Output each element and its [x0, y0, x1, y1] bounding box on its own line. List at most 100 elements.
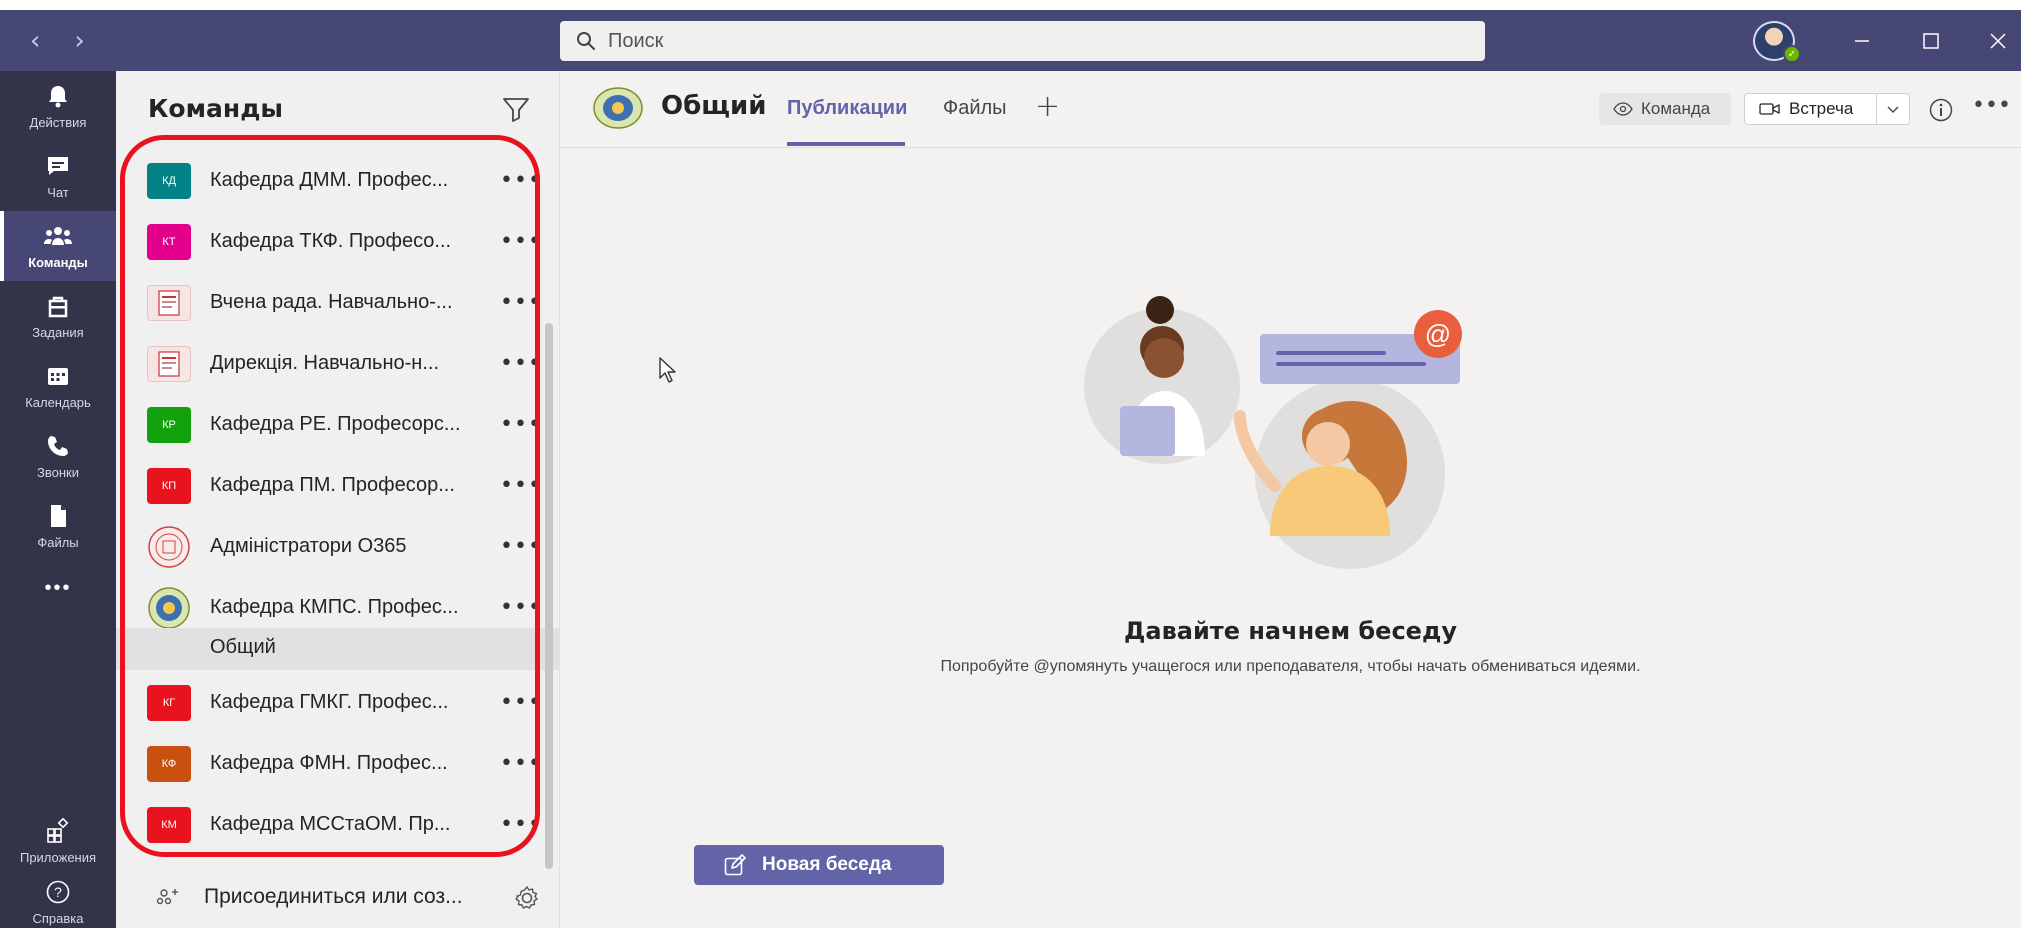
team-item[interactable]: Адміністратори О365 ••• — [116, 516, 560, 577]
rail-item-calls[interactable]: Звонки — [0, 421, 116, 491]
conversation-illustration: @ — [1084, 296, 1462, 569]
phone-icon — [48, 435, 68, 456]
team-item[interactable]: КФ Кафедра ФМН. Профес... ••• — [116, 733, 560, 794]
empty-state-title: Давайте начнем беседу — [1124, 617, 1457, 645]
team-button-label: Команда — [1641, 99, 1711, 118]
search-input[interactable] — [608, 29, 1468, 53]
new-conversation-label: Новая беседа — [762, 854, 892, 875]
rail-item-calendar[interactable]: Календарь — [0, 351, 116, 421]
teams-panel: Команды КД Кафедра ДММ. Профес... ••• КТ… — [116, 71, 560, 928]
more-icon: ••• — [44, 576, 72, 599]
channel-item-general[interactable]: Общий — [116, 628, 560, 670]
team-logo-icon — [593, 87, 643, 129]
tab-files[interactable]: Файлы — [943, 97, 1007, 120]
channel-header: Общий Публикации Файлы + Команда Встреча… — [560, 71, 2021, 148]
team-button[interactable]: Команда — [1599, 93, 1731, 125]
eye-icon — [1613, 102, 1633, 116]
more-options-icon[interactable]: ••• — [500, 534, 542, 559]
chevron-down-icon — [1887, 106, 1899, 113]
new-conversation-button[interactable]: Новая беседа — [694, 845, 944, 885]
assignments-icon — [48, 296, 68, 317]
more-options-icon[interactable]: ••• — [500, 351, 542, 376]
more-options-icon[interactable]: ••• — [500, 473, 542, 498]
channel-title: Общий — [661, 91, 767, 121]
team-name: Вчена рада. Навчально-... — [210, 291, 453, 313]
rail-item-apps[interactable]: Приложения — [0, 806, 116, 876]
team-item[interactable]: Дирекція. Навчально-н... ••• — [116, 333, 560, 394]
team-name: Кафедра ТКФ. Професо... — [210, 230, 452, 252]
rail-label: Чат — [47, 184, 69, 200]
rail-item-help[interactable]: ? Справка — [0, 876, 116, 928]
team-seal-icon — [147, 525, 191, 569]
more-options-icon[interactable]: ••• — [1972, 93, 2011, 118]
team-document-icon — [147, 345, 191, 382]
info-icon[interactable] — [1928, 97, 1954, 123]
svg-text:?: ? — [54, 884, 62, 900]
close-button[interactable] — [1968, 10, 2021, 71]
channel-name: Общий — [210, 636, 276, 658]
more-options-icon[interactable]: ••• — [500, 168, 542, 193]
rail-label: Справка — [32, 910, 84, 926]
add-tab-icon[interactable]: + — [1035, 89, 1060, 124]
filter-icon[interactable] — [500, 93, 532, 125]
team-name: Кафедра РЕ. Професорс... — [210, 413, 461, 435]
back-arrow-icon[interactable]: ‹ — [30, 28, 40, 54]
more-options-icon[interactable]: ••• — [500, 290, 542, 315]
minimize-button[interactable] — [1832, 10, 1892, 71]
mouse-cursor-icon — [659, 357, 676, 383]
team-name: Кафедра МССтаОМ. Пр... — [210, 813, 451, 835]
more-options-icon[interactable]: ••• — [500, 229, 542, 254]
files-icon — [51, 504, 66, 527]
more-options-icon[interactable]: ••• — [500, 751, 542, 776]
rail-more-apps[interactable]: ••• — [0, 566, 116, 610]
maximize-button[interactable] — [1901, 10, 1961, 71]
team-item[interactable]: КТ Кафедра ТКФ. Професо... ••• — [116, 211, 560, 272]
panel-header: Команды — [116, 71, 560, 150]
add-team-icon — [156, 889, 178, 905]
rail-item-files[interactable]: Файлы — [0, 491, 116, 561]
search-box[interactable] — [560, 21, 1485, 61]
title-bar: ‹ › ✓ — [0, 0, 2021, 71]
rail-item-assignments[interactable]: Задания — [0, 281, 116, 351]
more-options-icon[interactable]: ••• — [500, 690, 542, 715]
rail-label: Действия — [29, 114, 87, 130]
maximize-icon — [1923, 32, 1939, 49]
forward-arrow-icon[interactable]: › — [74, 28, 84, 54]
panel-title: Команды — [148, 94, 283, 123]
more-options-icon[interactable]: ••• — [500, 412, 542, 437]
gear-icon[interactable] — [512, 883, 542, 913]
rail-item-activity[interactable]: Действия — [0, 71, 116, 141]
team-name: Кафедра КМПС. Профес... — [210, 596, 459, 618]
team-item[interactable]: КГ Кафедра ГМКГ. Профес... ••• — [116, 672, 560, 733]
meet-button[interactable]: Встреча — [1744, 93, 1876, 125]
channel-view: Общий Публикации Файлы + Команда Встреча… — [560, 71, 2021, 928]
apps-icon — [47, 817, 69, 843]
user-avatar[interactable]: ✓ — [1753, 21, 1801, 63]
svg-text:@: @ — [1425, 319, 1451, 349]
chat-icon — [48, 156, 68, 175]
team-item[interactable]: КМ Кафедра МССтаОМ. Пр... ••• — [116, 794, 560, 855]
rail-item-chat[interactable]: Чат — [0, 141, 116, 211]
video-camera-icon — [1759, 103, 1780, 115]
rail-item-teams[interactable]: Команды — [0, 211, 116, 281]
rail-label: Приложения — [19, 849, 97, 865]
team-item[interactable]: КД Кафедра ДММ. Профес... ••• — [116, 150, 560, 211]
history-nav: ‹ › — [0, 10, 116, 71]
panel-scrollbar[interactable] — [545, 323, 553, 869]
compose-icon — [724, 854, 746, 876]
more-options-icon[interactable]: ••• — [500, 595, 542, 620]
tab-posts[interactable]: Публикации — [787, 97, 907, 120]
team-item[interactable]: КП Кафедра ПМ. Професор... ••• — [116, 455, 560, 516]
team-avatar: КР — [147, 406, 191, 443]
meet-dropdown-button[interactable] — [1876, 93, 1910, 125]
team-name: Кафедра ПМ. Професор... — [210, 474, 455, 496]
team-seal-icon — [147, 586, 191, 630]
rail-label: Звонки — [37, 464, 79, 480]
team-item[interactable]: КР Кафедра РЕ. Професорс... ••• — [116, 394, 560, 455]
more-options-icon[interactable]: ••• — [500, 812, 542, 837]
join-label: Присоединиться или соз... — [204, 885, 463, 908]
team-item[interactable]: Вчена рада. Навчально-... ••• — [116, 272, 560, 333]
team-name: Кафедра ДММ. Профес... — [210, 169, 449, 191]
join-or-create-team[interactable]: Присоединиться или соз... — [116, 871, 560, 927]
active-tab-indicator — [787, 142, 905, 146]
